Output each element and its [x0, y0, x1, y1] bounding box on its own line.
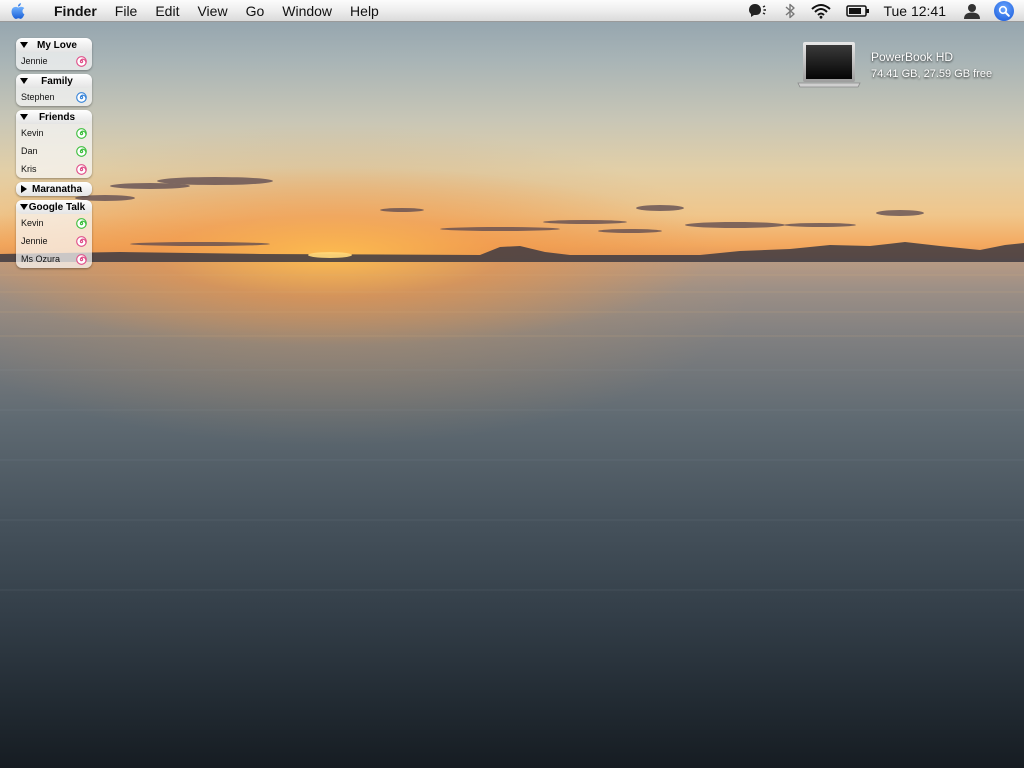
status-swirl-icon: [76, 55, 87, 67]
group-header-maranatha[interactable]: Maranatha: [16, 182, 92, 196]
status-swirl-icon: [76, 235, 87, 247]
apple-menu-icon[interactable]: [0, 0, 36, 22]
desktop-drive-item[interactable]: PowerBook HD 74.41 GB, 27.59 GB free: [797, 40, 992, 90]
spotlight-icon[interactable]: [994, 0, 1014, 21]
speech-icon[interactable]: [741, 0, 777, 22]
buddy-row[interactable]: Stephen: [16, 88, 92, 106]
desktop-wallpaper: [0, 177, 1024, 591]
drive-capacity: 74.41 GB, 27.59 GB free: [871, 68, 993, 80]
buddy-name: Kevin: [21, 128, 44, 138]
disclosure-triangle-expanded-icon[interactable]: [20, 77, 28, 85]
buddy-row[interactable]: Kris: [16, 160, 92, 178]
status-swirl-icon: [76, 163, 87, 175]
buddy-row[interactable]: Dan: [16, 142, 92, 160]
disclosure-triangle-expanded-icon[interactable]: [20, 41, 28, 49]
menu-file[interactable]: File: [106, 0, 147, 22]
disclosure-triangle-expanded-icon[interactable]: [20, 203, 28, 211]
buddy-group-google-talk: Google Talk Kevin Jennie Ms Ozura: [16, 200, 92, 268]
menu-edit[interactable]: Edit: [146, 0, 188, 22]
menu-extras: Tue 12:41: [741, 0, 1024, 22]
drive-name: PowerBook HD: [871, 50, 954, 64]
buddy-name: Kevin: [21, 218, 44, 228]
buddy-list-panel: My Love Jennie Family Stephen Friends Ke…: [16, 38, 92, 272]
group-header-family[interactable]: Family: [16, 74, 92, 88]
buddy-name: Dan: [21, 146, 38, 156]
menu-bar: Finder File Edit View Go Window Help Tue…: [0, 0, 1024, 22]
buddy-name: Stephen: [21, 92, 55, 102]
status-swirl-icon: [76, 91, 87, 103]
buddy-row[interactable]: Jennie: [16, 232, 92, 250]
buddy-row[interactable]: Kevin: [16, 124, 92, 142]
menu-app-finder[interactable]: Finder: [36, 0, 106, 22]
menu-go[interactable]: Go: [237, 0, 274, 22]
laptop-drive-icon[interactable]: [797, 40, 861, 90]
buddy-name: Ms Ozura: [21, 254, 61, 264]
buddy-row[interactable]: Kevin: [16, 214, 92, 232]
group-header-friends[interactable]: Friends: [16, 110, 92, 124]
disclosure-triangle-expanded-icon[interactable]: [20, 113, 28, 121]
status-swirl-icon: [76, 217, 87, 229]
buddy-group-friends: Friends Kevin Dan Kris: [16, 110, 92, 178]
status-swirl-icon: [76, 127, 87, 139]
user-icon[interactable]: [956, 0, 988, 22]
buddy-row[interactable]: Jennie: [16, 52, 92, 70]
buddy-name: Kris: [21, 164, 37, 174]
buddy-group-family: Family Stephen: [16, 74, 92, 106]
status-swirl-icon: [76, 145, 87, 157]
group-header-my-love[interactable]: My Love: [16, 38, 92, 52]
battery-icon[interactable]: [839, 0, 877, 22]
menu-clock[interactable]: Tue 12:41: [877, 3, 956, 19]
buddy-group-maranatha: Maranatha: [16, 182, 92, 196]
menu-view[interactable]: View: [188, 0, 236, 22]
bluetooth-icon[interactable]: [777, 0, 803, 22]
status-swirl-icon: [76, 253, 87, 265]
buddy-group-my-love: My Love Jennie: [16, 38, 92, 70]
menu-help[interactable]: Help: [341, 0, 388, 22]
buddy-name: Jennie: [21, 236, 48, 246]
buddy-row[interactable]: Ms Ozura: [16, 250, 92, 268]
group-header-google-talk[interactable]: Google Talk: [16, 200, 92, 214]
buddy-name: Jennie: [21, 56, 48, 66]
wifi-icon[interactable]: [803, 0, 839, 22]
drive-label[interactable]: PowerBook HD 74.41 GB, 27.59 GB free: [871, 49, 992, 82]
menu-window[interactable]: Window: [273, 0, 341, 22]
disclosure-triangle-collapsed-icon[interactable]: [20, 185, 28, 193]
